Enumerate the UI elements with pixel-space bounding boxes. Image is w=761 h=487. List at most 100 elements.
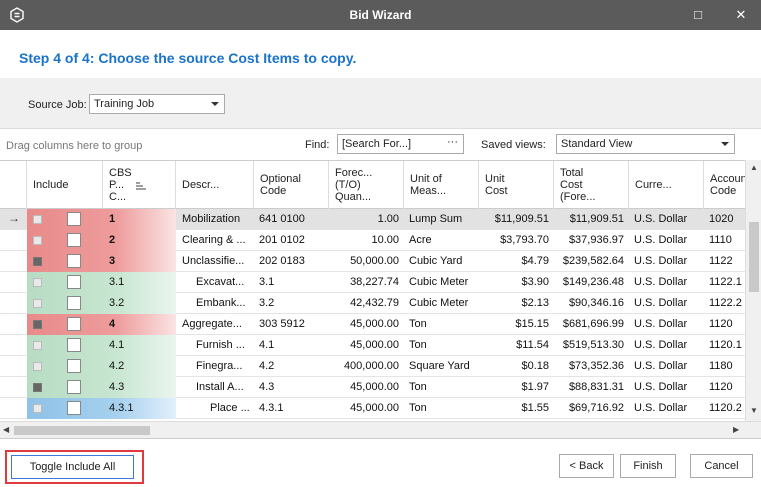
include-checkbox[interactable] [67,212,81,226]
column-header-quantity[interactable]: Forec... (T/O) Quan... [329,161,404,209]
saved-views-label: Saved views: [481,139,546,151]
cell-total: $519,513.30 [562,339,624,351]
cell-code: 201 0102 [259,234,305,246]
cell-desc: Unclassifie... [182,255,245,267]
source-job-value: Training Job [94,98,155,110]
cell-uom: Ton [409,402,427,414]
table-row[interactable]: 4 Aggregate... 303 5912 45,000.00 Ton $15.15 $… [0,314,761,335]
column-header-cbs[interactable]: CBS P... C... [103,161,176,209]
cell-qty: 10.00 [371,234,399,246]
vertical-scrollbar[interactable]: ▲ ▼ [745,160,761,421]
cell-cbs: 4 [109,318,116,330]
include-checkbox[interactable] [67,359,81,373]
include-checkbox[interactable] [67,296,81,310]
cell-total: $73,352.36 [568,360,624,372]
grid-toolbar: Drag columns here to group Find: [Search… [0,128,761,160]
toggle-include-all-button[interactable]: Toggle Include All [11,455,134,479]
column-header-optional-code[interactable]: Optional Code [254,161,329,209]
column-header-include[interactable]: Include [27,161,103,209]
collapse-icon[interactable] [33,383,42,392]
cell-currency: U.S. Dollar [634,234,688,246]
cell-currency: U.S. Dollar [634,255,688,267]
table-row[interactable]: 4.3.1 Place ... 4.3.1 45,000.00 Ton $1.55 $69,… [0,398,761,419]
cell-uom: Cubic Yard [409,255,463,267]
cell-code: 4.3 [259,381,275,393]
table-row[interactable]: 3.1 Excavat... 3.1 38,227.74 Cubic Meter $3.9… [0,272,761,293]
include-checkbox[interactable] [67,233,81,247]
cell-code: 3.1 [259,276,275,288]
table-row[interactable]: 4.3 Install A... 4.3 45,000.00 Ton $1.97 $88,8… [0,377,761,398]
cell-cbs: 3 [109,255,116,267]
saved-views-dropdown[interactable]: Standard View [556,134,735,154]
expand-icon[interactable] [33,404,42,413]
cell-desc: Install A... [196,381,244,393]
header-indicator [0,161,27,209]
grid-header: Include CBS P... C... Descr... Optional … [0,161,761,209]
expand-icon[interactable] [33,341,42,350]
expand-icon[interactable] [33,299,42,308]
scroll-down-icon[interactable]: ▼ [750,406,758,415]
cancel-button[interactable]: Cancel [690,454,753,478]
include-checkbox[interactable] [67,401,81,415]
cell-qty: 45,000.00 [350,318,399,330]
back-button[interactable]: < Back [559,454,614,478]
expand-icon[interactable] [33,236,42,245]
column-header-unit-of-measure[interactable]: Unit of Meas... [404,161,479,209]
cell-unit_cost: $11.54 [516,339,549,351]
scroll-right-icon[interactable]: ▶ [733,425,739,434]
cell-qty: 45,000.00 [350,381,399,393]
cell-unit_cost: $3,793.70 [500,234,549,246]
cell-code: 202 0183 [259,255,305,267]
table-row[interactable]: 4.1 Furnish ... 4.1 45,000.00 Ton $11.54 $519,… [0,335,761,356]
collapse-icon[interactable] [33,320,42,329]
cell-currency: U.S. Dollar [634,213,688,225]
include-checkbox[interactable] [67,317,81,331]
cell-qty: 50,000.00 [350,255,399,267]
cell-total: $239,582.64 [562,255,624,267]
vertical-scroll-thumb[interactable] [749,222,759,292]
window-title: Bid Wizard [349,8,412,22]
scroll-up-icon[interactable]: ▲ [750,163,758,172]
collapse-icon[interactable] [33,257,42,266]
search-options-icon[interactable]: ··· [447,136,458,148]
include-checkbox[interactable] [67,338,81,352]
close-button[interactable]: ✕ [731,5,751,25]
cell-code: 641 0100 [259,213,305,225]
cell-cbs: 4.1 [109,339,125,351]
cell-desc: Place ... [210,402,250,414]
table-row[interactable]: 2 Clearing & ... 201 0102 10.00 Acre $3,793.7… [0,230,761,251]
cell-unit_cost: $2.13 [521,297,549,309]
table-row[interactable]: 4.2 Finegra... 4.2 400,000.00 Square Yard $0.… [0,356,761,377]
scroll-left-icon[interactable]: ◀ [3,425,9,434]
cell-total: $11,909.51 [569,213,624,225]
expand-icon[interactable] [33,362,42,371]
cell-total: $69,716.92 [568,402,624,414]
group-by-panel[interactable]: Drag columns here to group [6,140,142,152]
horizontal-scroll-thumb[interactable] [14,426,150,435]
column-header-total-cost[interactable]: Total Cost (Fore... [554,161,629,209]
horizontal-scrollbar[interactable]: ◀ ▶ [0,421,761,438]
include-checkbox[interactable] [67,254,81,268]
search-placeholder: [Search For...] [342,138,412,150]
cost-items-grid: Include CBS P... C... Descr... Optional … [0,160,761,421]
search-input[interactable]: [Search For...] ··· [337,134,464,154]
finish-button[interactable]: Finish [620,454,676,478]
expand-icon[interactable] [33,215,42,224]
column-header-description[interactable]: Descr... [176,161,254,209]
cell-currency: U.S. Dollar [634,318,688,330]
cell-qty: 45,000.00 [350,402,399,414]
table-row[interactable]: → 1 Mobilization 641 0100 1.00 Lump Sum $11,90… [0,209,761,230]
table-row[interactable]: 3.2 Embank... 3.2 42,432.79 Cubic Meter $2.13… [0,293,761,314]
cell-qty: 38,227.74 [350,276,399,288]
expand-icon[interactable] [33,278,42,287]
table-row[interactable]: 3 Unclassifie... 202 0183 50,000.00 Cubic Ya… [0,251,761,272]
include-checkbox[interactable] [67,380,81,394]
cell-code: 303 5912 [259,318,305,330]
source-job-dropdown[interactable]: Training Job [89,94,225,114]
cell-unit_cost: $3.90 [521,276,549,288]
include-checkbox[interactable] [67,275,81,289]
maximize-button[interactable]: □ [688,5,708,25]
column-header-unit-cost[interactable]: Unit Cost [479,161,554,209]
column-header-currency[interactable]: Curre... [629,161,704,209]
cell-cbs: 4.2 [109,360,125,372]
